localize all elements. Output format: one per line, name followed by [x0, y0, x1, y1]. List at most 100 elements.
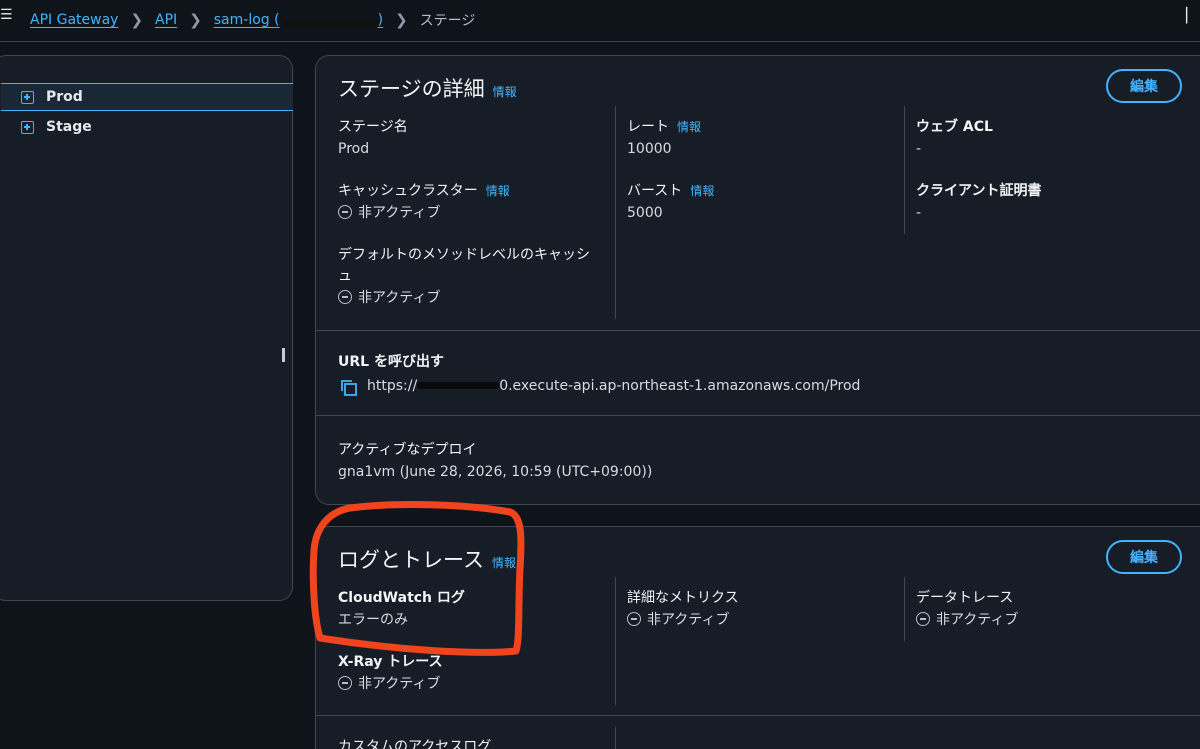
- expand-plus-icon[interactable]: [21, 120, 34, 134]
- menu-icon[interactable]: ☰: [0, 8, 13, 22]
- xray-label: X-Ray トレース: [338, 654, 443, 670]
- inactive-status-icon: [338, 676, 352, 690]
- breadcrumb-sam-log-tail: ): [377, 12, 384, 28]
- info-link[interactable]: 情報: [492, 556, 516, 570]
- invoke-url-link[interactable]: https:// 0.execute-api.ap-northeast-1.ama…: [367, 378, 860, 394]
- rate-value: 10000: [627, 141, 672, 157]
- web-acl-field: ウェブ ACL -: [916, 117, 993, 160]
- rate-field: レート 情報 10000: [627, 117, 701, 160]
- stage-details-title-text: ステージの詳細: [338, 77, 485, 101]
- web-acl-label: ウェブ ACL: [916, 119, 993, 135]
- breadcrumb-sam-log-label: sam-log (: [213, 12, 280, 28]
- chevron-right-icon: ❯: [130, 11, 144, 29]
- cache-cluster-value-text: 非アクティブ: [358, 205, 441, 221]
- data-trace-value-text: 非アクティブ: [936, 612, 1019, 628]
- copy-icon[interactable]: [340, 379, 358, 397]
- invoke-url-section: URL を呼び出す https:// 0.execute-api.ap-north…: [316, 331, 1200, 416]
- info-link[interactable]: 情報: [690, 184, 714, 198]
- breadcrumb-api[interactable]: API: [155, 12, 177, 28]
- chevron-right-icon: ❯: [189, 11, 202, 29]
- stage-name-field: ステージ名 Prod: [338, 117, 408, 160]
- active-deploy-field: アクティブなデプロイ gna1vm (June 28, 2026, 10:59 …: [338, 440, 652, 483]
- data-trace-value: 非アクティブ: [916, 609, 1018, 631]
- active-deploy-label: アクティブなデプロイ: [338, 442, 477, 458]
- xray-field: X-Ray トレース 非アクティブ: [338, 652, 443, 695]
- logs-traces-panel: ログとトレース 情報 編集 CloudWatch ログ エラーのみ X-Ray ト…: [315, 526, 1200, 749]
- stage-tree-panel: Prod Stage: [0, 55, 293, 601]
- client-cert-value: -: [916, 205, 922, 221]
- default-method-cache-value: 非アクティブ: [338, 287, 590, 309]
- breadcrumb-bar: ☰ API Gateway ❯ API ❯ sam-log () ❯ ステージ …: [0, 0, 1200, 42]
- rate-label-text: レート: [627, 119, 669, 135]
- expand-plus-icon[interactable]: [21, 90, 34, 104]
- active-deploy-value: gna1vm (June 28, 2026, 10:59 (UTC+09:00)…: [338, 464, 653, 480]
- data-trace-field: データトレース 非アクティブ: [916, 588, 1018, 631]
- sidebar-item-prod[interactable]: Prod: [1, 83, 293, 111]
- default-method-cache-label-2: ュ: [338, 268, 352, 284]
- column-divider: [904, 106, 905, 234]
- cloudwatch-logs-field: CloudWatch ログ エラーのみ: [338, 588, 465, 631]
- stage-name-label: ステージ名: [338, 119, 408, 135]
- edit-stage-button[interactable]: 編集: [1106, 69, 1182, 103]
- xray-value-text: 非アクティブ: [358, 676, 441, 692]
- stage-details-panel: ステージの詳細 情報 編集 ステージ名 Prod キャッシュクラスター 情報 非アク…: [315, 55, 1200, 505]
- column-divider: [615, 106, 616, 319]
- inactive-status-icon: [916, 612, 930, 626]
- info-link[interactable]: 情報: [677, 120, 701, 134]
- cache-cluster-label: キャッシュクラスター 情報: [338, 181, 510, 202]
- invoke-url-prefix: https://: [367, 378, 418, 394]
- breadcrumb: API Gateway ❯ API ❯ sam-log () ❯ ステージ: [30, 10, 475, 30]
- info-link[interactable]: 情報: [486, 184, 510, 198]
- info-link[interactable]: 情報: [493, 85, 517, 99]
- redacted-block: [417, 381, 500, 391]
- client-cert-label: クライアント証明書: [916, 183, 1042, 199]
- custom-access-log-label: カスタムのアクセスログ: [338, 739, 492, 749]
- chevron-right-icon: ❯: [395, 11, 408, 29]
- help-icon[interactable]: ▏: [1186, 8, 1197, 24]
- detailed-metrics-label: 詳細なメトリクス: [627, 590, 739, 606]
- column-divider: [904, 577, 905, 641]
- client-cert-field: クライアント証明書 -: [916, 181, 1041, 224]
- xray-value: 非アクティブ: [338, 673, 443, 695]
- sidebar-item-stage[interactable]: Stage: [1, 113, 293, 141]
- custom-access-log-field: カスタムのアクセスログ: [338, 737, 491, 749]
- default-method-cache-field: デフォルトのメソッドレベルのキャッシ ュ 非アクティブ: [338, 245, 590, 309]
- inactive-status-icon: [627, 612, 641, 626]
- cache-cluster-value: 非アクティブ: [338, 202, 510, 224]
- web-acl-value: -: [916, 141, 922, 157]
- panel-resize-handle[interactable]: [282, 348, 285, 362]
- logs-traces-title-text: ログとトレース: [338, 548, 484, 572]
- section-divider: [316, 415, 1200, 416]
- column-divider: [615, 577, 616, 705]
- api-gateway-stage-page: ☰ API Gateway ❯ API ❯ sam-log () ❯ ステージ …: [0, 0, 1200, 749]
- sidebar-item-label: Stage: [46, 119, 92, 135]
- default-method-cache-value-text: 非アクティブ: [358, 290, 441, 306]
- inactive-status-icon: [338, 290, 352, 304]
- section-divider: [316, 715, 1200, 716]
- burst-label-text: バースト: [627, 183, 683, 199]
- sidebar-item-label: Prod: [46, 89, 83, 105]
- cache-cluster-field: キャッシュクラスター 情報 非アクティブ: [338, 181, 510, 224]
- breadcrumb-sam-log[interactable]: sam-log (): [214, 12, 383, 28]
- invoke-url-suffix: 0.execute-api.ap-northeast-1.amazonaws.c…: [499, 378, 861, 394]
- cloudwatch-logs-value: エラーのみ: [338, 612, 408, 628]
- cloudwatch-logs-label: CloudWatch ログ: [338, 590, 465, 606]
- breadcrumb-current-stage: ステージ: [419, 13, 476, 29]
- burst-label: バースト 情報: [627, 181, 714, 202]
- rate-label: レート 情報: [627, 117, 701, 138]
- stage-details-title: ステージの詳細 情報: [338, 73, 517, 103]
- invoke-url-label: URL を呼び出す: [338, 354, 444, 370]
- invoke-url-field: URL を呼び出す: [338, 352, 444, 373]
- inactive-status-icon: [338, 205, 352, 219]
- detailed-metrics-value-text: 非アクティブ: [647, 612, 730, 628]
- burst-value: 5000: [627, 205, 663, 221]
- detailed-metrics-value: 非アクティブ: [627, 609, 739, 631]
- column-divider: [615, 727, 616, 749]
- cache-cluster-label-text: キャッシュクラスター: [338, 183, 478, 199]
- edit-logs-button[interactable]: 編集: [1106, 540, 1182, 574]
- burst-field: バースト 情報 5000: [627, 181, 714, 224]
- redacted-block: [283, 15, 378, 27]
- stage-name-value: Prod: [338, 141, 370, 157]
- default-method-cache-label-1: デフォルトのメソッドレベルのキャッシ: [338, 247, 590, 263]
- breadcrumb-api-gateway[interactable]: API Gateway: [30, 12, 118, 28]
